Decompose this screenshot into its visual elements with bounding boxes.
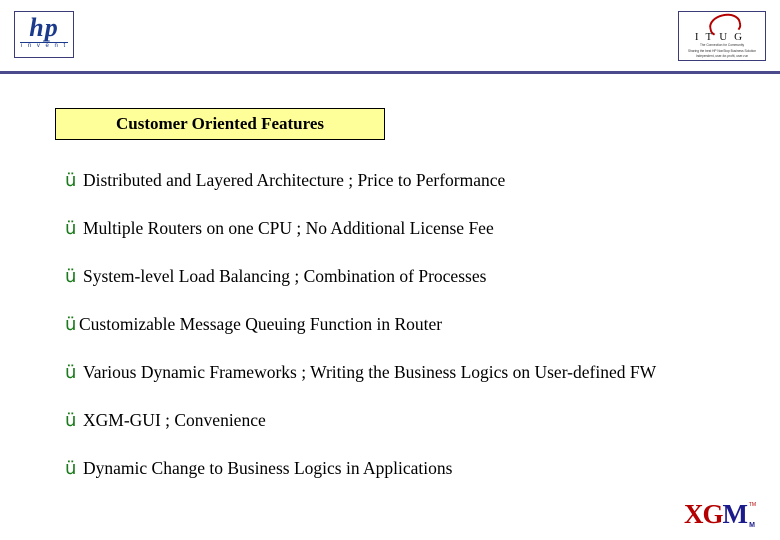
checkmark-icon: ü	[65, 314, 77, 335]
bullet-item-label: Multiple Routers on one CPU ; No Additio…	[83, 218, 494, 238]
header-divider	[0, 71, 780, 74]
bullet-list: ü Distributed and Layered Architecture ; …	[65, 170, 765, 506]
bullet-item: ü Various Dynamic Frameworks ; Writing th…	[65, 362, 765, 410]
checkmark-icon: ü	[65, 218, 77, 239]
bullet-item-label: System-level Load Balancing ; Combinatio…	[83, 266, 487, 286]
bullet-item-label: Customizable Message Queuing Function in…	[79, 314, 443, 334]
checkmark-icon: ü	[65, 170, 77, 191]
checkmark-icon: ü	[65, 458, 77, 479]
itug-tagline-line1: The Connection for Community	[699, 43, 745, 47]
bullet-item: ü Customizable Message Queuing Function i…	[65, 314, 765, 362]
checkmark-icon: ü	[65, 266, 77, 287]
bullet-item: ü Distributed and Layered Architecture ; …	[65, 170, 765, 218]
bullet-item: ü System-level Load Balancing ; Combinati…	[65, 266, 765, 314]
bullet-item-label: Various Dynamic Frameworks ; Writing the…	[83, 362, 657, 382]
bullet-item: ü Multiple Routers on one CPU ; No Additi…	[65, 218, 765, 266]
xgm-logo-text: XGM	[684, 499, 749, 530]
itug-tagline-line3: Independent, user-for-profit, user-run	[695, 54, 749, 58]
itug-logo-letters: ITUG	[694, 31, 750, 43]
bullet-item-label: Distributed and Layered Architecture ; P…	[83, 170, 506, 190]
hp-logo: hp i n v e n t	[14, 11, 74, 58]
hp-logo-letters: hp	[29, 13, 59, 42]
itug-tagline-line2: Sharing the best HP NonStop Business Sol…	[688, 49, 756, 53]
bullet-item-label: Dynamic Change to Business Logics in App…	[83, 458, 453, 478]
xgm-logo: XGM M TM	[684, 499, 756, 532]
slide-header: hp i n v e n t ITUG The Connection for C…	[0, 0, 780, 74]
bullet-item-label: XGM-GUI ; Convenience	[83, 410, 266, 430]
page-title: Customer Oriented Features	[115, 114, 325, 133]
checkmark-icon: ü	[65, 362, 77, 383]
xgm-logo-xg: XG	[684, 499, 723, 529]
hp-logo-tagline: i n v e n t	[20, 43, 68, 49]
xgm-logo-subscript: M	[749, 522, 755, 529]
xgm-logo-trademark: TM	[748, 502, 756, 508]
bullet-item: ü XGM-GUI ; Convenience	[65, 410, 765, 458]
xgm-logo-m: M	[722, 499, 749, 529]
itug-logo: ITUG The Connection for Community Sharin…	[678, 11, 766, 61]
bullet-item: ü Dynamic Change to Business Logics in Ap…	[65, 458, 765, 506]
slide-title-box: Customer Oriented Features	[55, 108, 385, 140]
checkmark-icon: ü	[65, 410, 77, 431]
